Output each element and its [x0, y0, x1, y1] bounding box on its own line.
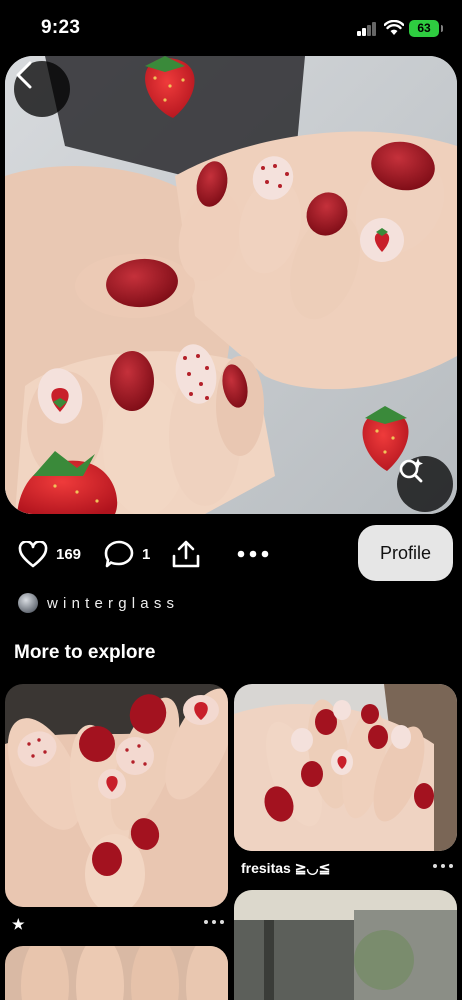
- more-icon: [237, 550, 269, 558]
- back-icon: [16, 61, 32, 89]
- share-button[interactable]: [171, 524, 201, 584]
- status-bar: 9:23 63: [0, 0, 462, 56]
- more-options-button[interactable]: [237, 524, 269, 584]
- like-count: 169: [56, 545, 82, 563]
- pin-thumbnail: [5, 946, 228, 1000]
- visual-search-button[interactable]: [397, 456, 453, 512]
- wifi-icon: [384, 20, 404, 35]
- author-name: winterglass: [47, 594, 180, 612]
- share-icon: [172, 540, 200, 568]
- pin-more-icon[interactable]: [433, 862, 453, 870]
- avatar: [18, 593, 38, 613]
- pin-thumbnail: [234, 890, 457, 1000]
- status-time: 9:23: [41, 17, 81, 38]
- grid-pin[interactable]: [5, 946, 228, 1000]
- profile-button[interactable]: Profile: [358, 525, 453, 581]
- pin-more-icon[interactable]: [204, 918, 224, 926]
- grid-pin[interactable]: [234, 890, 457, 1000]
- pin-caption: ★: [12, 916, 25, 932]
- visual-search-icon: [399, 458, 423, 483]
- pin-thumbnail: [5, 684, 228, 907]
- like-button[interactable]: 169: [18, 524, 81, 584]
- grid-pin[interactable]: [234, 684, 457, 851]
- pin-image[interactable]: [5, 56, 457, 514]
- comment-count: 1: [142, 545, 151, 563]
- battery-indicator: 63: [409, 20, 443, 37]
- back-button[interactable]: [14, 61, 70, 117]
- pin-actions: 169 1 Profile: [0, 524, 462, 584]
- cellular-signal-icon: [357, 22, 377, 36]
- comment-icon: [104, 540, 134, 568]
- comment-button[interactable]: 1: [104, 524, 150, 584]
- grid-pin[interactable]: [5, 684, 228, 907]
- nail-photo: [5, 56, 457, 514]
- pin-caption: fresitas ≧◡≦: [241, 860, 331, 876]
- heart-icon: [18, 540, 48, 567]
- pin-thumbnail: [234, 684, 457, 851]
- section-title: More to explore: [14, 642, 156, 663]
- author-link[interactable]: winterglass: [18, 592, 179, 614]
